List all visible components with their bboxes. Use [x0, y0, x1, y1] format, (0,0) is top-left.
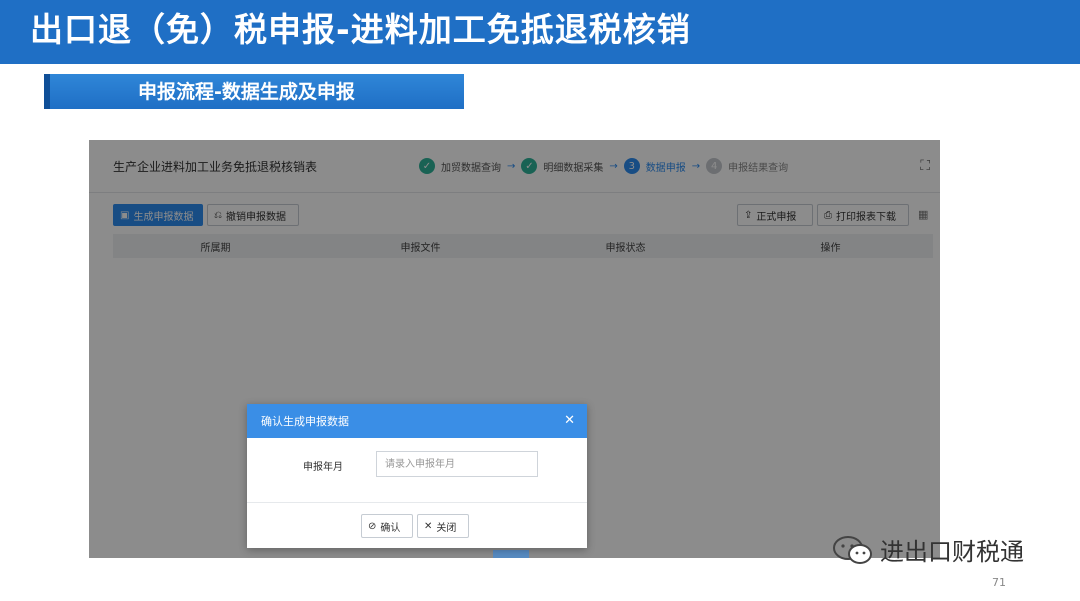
month-input[interactable]	[376, 451, 538, 477]
close-button[interactable]: ✕ 关闭	[417, 514, 469, 538]
wechat-icon	[833, 535, 872, 564]
dialog-body: 申报年月	[247, 438, 587, 502]
close-label: 关闭	[436, 522, 457, 534]
confirm-icon: ⊘	[368, 520, 377, 532]
watermark: 进出口财税通	[832, 532, 1024, 567]
confirm-label: 确认	[380, 522, 401, 534]
x-icon: ✕	[424, 520, 433, 532]
dialog-title: 确认生成申报数据	[261, 415, 349, 428]
confirm-dialog: 确认生成申报数据 ✕ 申报年月 ⊘ 确认 ✕ 关闭	[247, 404, 587, 548]
slide-subtitle: 申报流程-数据生成及申报	[138, 81, 355, 103]
month-label: 申报年月	[303, 462, 343, 473]
confirm-button[interactable]: ⊘ 确认	[361, 514, 413, 538]
watermark-text: 进出口财税通	[880, 538, 1024, 566]
slide-title: 出口退（免）税申报-进料加工免抵退税核销	[30, 10, 691, 49]
dialog-header: 确认生成申报数据 ✕	[247, 404, 587, 438]
app-screenshot: 生产企业进料加工业务免抵退税核销表 ✓ 加贸数据查询 → ✓ 明细数据采集 → …	[89, 140, 940, 558]
close-icon[interactable]: ✕	[564, 413, 575, 428]
page-number: 71	[992, 576, 1006, 589]
dialog-footer: ⊘ 确认 ✕ 关闭	[247, 502, 587, 549]
background-element	[493, 550, 529, 558]
